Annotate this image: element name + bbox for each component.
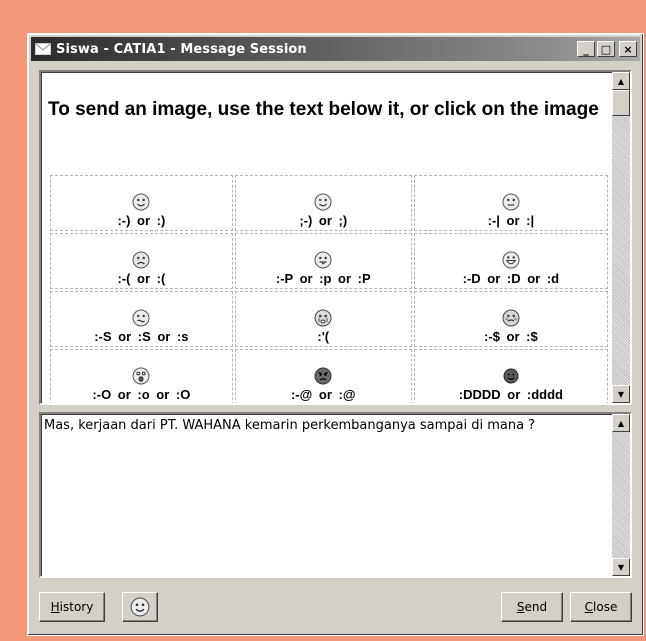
minimize-button[interactable]: _ [577, 41, 595, 57]
emoticon-code: :-@ or :@ [290, 387, 356, 402]
maximize-glyph: □ [600, 42, 612, 56]
emoticon-scrollbar[interactable]: ▲ ▼ [612, 72, 630, 403]
neutral-face-icon[interactable] [502, 193, 520, 211]
scroll-thumb[interactable] [612, 90, 630, 116]
emoticon-heading: To send an image, use the text below it,… [48, 99, 599, 120]
emoticon-cell-confused[interactable]: :-S or :S or :s [50, 291, 233, 347]
embarrassed-face-icon[interactable] [502, 309, 520, 327]
scroll-down-arrow-icon[interactable]: ▼ [612, 558, 630, 576]
message-scrollbar[interactable]: ▲ ▼ [612, 414, 630, 576]
message-input[interactable]: Mas, kerjaan dari PT. WAHANA kemarin per… [39, 412, 632, 578]
window-title: Siswa - CATIA1 - Message Session [56, 41, 307, 57]
emoticon-code: :'( [317, 329, 330, 344]
emoticon-cell-smile[interactable]: :-) or :) [50, 175, 233, 231]
emoticon-button[interactable] [122, 592, 158, 622]
emoticon-code: :-) or :) [117, 213, 166, 228]
title-bar[interactable]: Siswa - CATIA1 - Message Session _ □ × [31, 37, 640, 61]
dark-smile-icon[interactable] [502, 367, 520, 385]
emoticon-code: :-$ or :$ [484, 329, 538, 344]
emoticon-cell-sad[interactable]: :-( or :( [50, 233, 233, 289]
emoticon-cell-neutral[interactable]: :-| or :| [413, 175, 608, 231]
message-session-window: Siswa - CATIA1 - Message Session _ □ × T… [27, 33, 644, 636]
close-glyph: × [623, 42, 633, 56]
emoticon-cell-surprised[interactable]: :-O or :o or :O [50, 349, 233, 403]
send-button[interactable]: Send [501, 592, 563, 622]
emoticon-grid: :-) or :) ;-) or ;) :-| or :| :-( or :( [48, 173, 610, 403]
emoticon-cell-tongue[interactable]: :-P or :p or :P [234, 233, 412, 289]
scroll-down-arrow-icon[interactable]: ▼ [612, 385, 630, 403]
sad-face-icon[interactable] [132, 251, 150, 269]
emoticon-code: :-( or :( [117, 271, 166, 286]
maximize-button[interactable]: □ [597, 41, 615, 57]
send-label: Send [516, 600, 548, 614]
emoticon-cell-angry[interactable]: :-@ or :@ [234, 349, 412, 403]
close-window-button[interactable]: × [619, 41, 637, 57]
history-label: History [50, 600, 94, 614]
confused-face-icon[interactable] [132, 309, 150, 327]
minimize-glyph: _ [583, 42, 589, 56]
emoticon-cell-grin[interactable]: :-D or :D or :d [413, 233, 608, 289]
emoticon-code: :DDDD or :dddd [458, 387, 563, 402]
emoticon-code: ;-) or ;) [299, 213, 348, 228]
scroll-up-arrow-icon[interactable]: ▲ [612, 72, 630, 90]
close-button[interactable]: Close [570, 592, 632, 622]
emoticon-code: :-S or :S or :s [94, 329, 189, 344]
message-text[interactable]: Mas, kerjaan dari PT. WAHANA kemarin per… [44, 417, 604, 434]
crying-face-icon[interactable] [314, 309, 332, 327]
history-button[interactable]: History [39, 592, 105, 622]
surprised-face-icon[interactable] [132, 367, 150, 385]
angry-face-icon[interactable] [314, 367, 332, 385]
scroll-up-arrow-icon[interactable]: ▲ [612, 414, 630, 432]
tongue-face-icon[interactable] [314, 251, 332, 269]
emoticon-code: :-O or :o or :O [92, 387, 191, 402]
emoticon-cell-embarrassed[interactable]: :-$ or :$ [413, 291, 608, 347]
emoticon-cell-crying[interactable]: :'( [234, 291, 412, 347]
smile-icon[interactable] [132, 193, 150, 211]
envelope-icon [35, 43, 51, 55]
emoticon-code: :-D or :D or :d [462, 271, 560, 286]
emoticon-cell-dark-smile[interactable]: :DDDD or :dddd [413, 349, 608, 403]
close-label: Close [584, 600, 618, 614]
emoticon-code: :-P or :p or :P [275, 271, 371, 286]
smiley-icon [130, 597, 150, 617]
emoticon-code: :-| or :| [487, 213, 535, 228]
emoticon-pane[interactable]: To send an image, use the text below it,… [39, 70, 632, 405]
wink-icon[interactable] [314, 193, 332, 211]
emoticon-cell-wink[interactable]: ;-) or ;) [234, 175, 412, 231]
grin-face-icon[interactable] [502, 251, 520, 269]
